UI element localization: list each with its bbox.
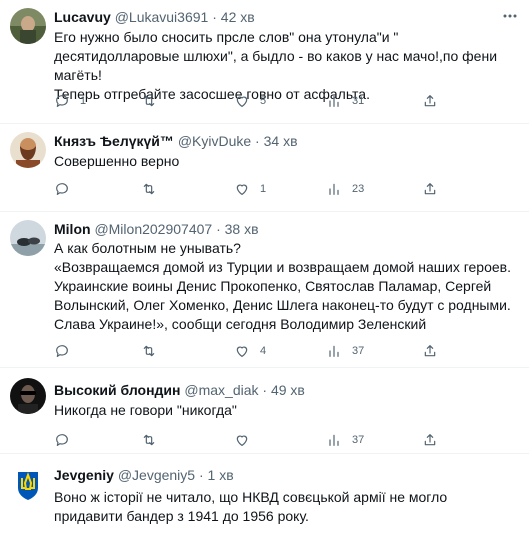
author-name[interactable]: Князъ Ѣелүкүй™ — [54, 133, 174, 149]
author-name[interactable]: Jevgeniy — [54, 467, 114, 483]
separator-dot: · — [216, 221, 221, 237]
tweet-header: Lucavuy @Lukavui3691 · 42 хв — [54, 8, 255, 26]
views-icon — [326, 93, 342, 109]
reply-button[interactable]: 1 — [54, 92, 86, 110]
retweet-icon — [141, 432, 157, 448]
retweet-button[interactable] — [141, 180, 167, 198]
author-handle[interactable]: @Milon202907407 — [94, 221, 212, 237]
reply-icon — [54, 343, 70, 359]
views-count: 37 — [352, 345, 365, 357]
retweet-icon — [141, 181, 157, 197]
separator-dot: · — [212, 9, 217, 25]
timestamp[interactable]: 49 хв — [271, 382, 305, 398]
tweet-text: Воно ж історії не читало, що НКВД совєць… — [54, 489, 448, 524]
tweet-item[interactable]: Князъ Ѣелүкүй™ @KyivDuke · 34 хв Соверше… — [0, 124, 529, 212]
avatar[interactable] — [10, 132, 46, 168]
author-name[interactable]: Lucavuy — [54, 9, 111, 25]
share-icon — [422, 343, 438, 359]
retweet-button[interactable] — [141, 342, 167, 360]
like-button[interactable]: 5 — [234, 92, 266, 110]
avatar[interactable] — [10, 378, 46, 414]
reply-count: 1 — [80, 95, 87, 107]
tweet-text: Никогда не говори "никогда" — [54, 402, 237, 418]
timestamp[interactable]: 34 хв — [264, 133, 298, 149]
author-name[interactable]: Milon — [54, 221, 91, 237]
share-icon — [422, 432, 438, 448]
like-icon — [234, 432, 250, 448]
tweet-item[interactable]: Lucavuy @Lukavui3691 · 42 хв Его нужно б… — [0, 0, 529, 124]
reply-button[interactable] — [54, 431, 80, 449]
share-button[interactable] — [422, 180, 438, 198]
author-handle[interactable]: @Lukavui3691 — [115, 9, 209, 25]
tweet-item[interactable]: Milon @Milon202907407 · 38 хв А как боло… — [0, 212, 529, 368]
like-icon — [234, 93, 250, 109]
share-icon — [422, 93, 438, 109]
author-handle[interactable]: @max_diak — [184, 382, 258, 398]
tweet-actions: 37 — [54, 431, 454, 449]
views-icon — [326, 343, 342, 359]
views-button[interactable]: 23 — [326, 180, 364, 198]
tweet-header: Высокий блондин @max_diak · 49 хв — [54, 381, 305, 399]
reply-icon — [54, 432, 70, 448]
separator-dot: · — [198, 467, 204, 483]
avatar[interactable] — [10, 220, 46, 256]
like-button[interactable]: 4 — [234, 342, 266, 360]
reply-icon — [54, 181, 70, 197]
views-icon — [326, 432, 342, 448]
like-count: 4 — [260, 345, 267, 357]
author-name[interactable]: Высокий блондин — [54, 382, 180, 398]
author-handle[interactable]: @KyivDuke — [178, 133, 251, 149]
reply-button[interactable] — [54, 342, 80, 360]
reply-button[interactable] — [54, 180, 80, 198]
tweet-actions: 4 37 — [54, 342, 454, 360]
share-button[interactable] — [422, 92, 438, 110]
separator-dot: · — [262, 382, 268, 398]
tweet-header: Jevgeniy @Jevgeniy5 · 1 хв — [54, 466, 234, 484]
tweet-text: А как болотным не унывать? «Возвращаемся… — [54, 240, 511, 332]
like-count: 5 — [260, 95, 267, 107]
author-handle[interactable]: @Jevgeniy5 — [118, 467, 195, 483]
timestamp[interactable]: 38 хв — [225, 221, 259, 237]
like-icon — [234, 343, 250, 359]
views-button[interactable]: 37 — [326, 431, 364, 449]
tweet-actions: 1 5 31 — [54, 92, 454, 110]
tweet-header: Князъ Ѣелүкүй™ @KyivDuke · 34 хв — [54, 132, 298, 150]
more-icon[interactable] — [501, 8, 519, 24]
tweet-text: Совершенно верно — [54, 153, 180, 169]
avatar[interactable] — [10, 466, 46, 502]
views-button[interactable]: 31 — [326, 92, 364, 110]
timestamp[interactable]: 42 хв — [221, 9, 255, 25]
like-button[interactable]: 1 — [234, 180, 266, 198]
tweet-feed: Lucavuy @Lukavui3691 · 42 хв Его нужно б… — [0, 0, 529, 536]
like-icon — [234, 181, 250, 197]
share-button[interactable] — [422, 342, 438, 360]
like-button[interactable] — [234, 431, 260, 449]
tweet-header: Milon @Milon202907407 · 38 хв — [54, 220, 259, 238]
retweet-icon — [141, 343, 157, 359]
views-count: 31 — [352, 95, 365, 107]
retweet-button[interactable] — [141, 431, 167, 449]
views-count: 37 — [352, 434, 365, 446]
share-icon — [422, 181, 438, 197]
share-button[interactable] — [422, 431, 438, 449]
separator-dot: · — [255, 133, 260, 149]
like-count: 1 — [260, 183, 267, 195]
avatar[interactable] — [10, 8, 46, 44]
reply-icon — [54, 93, 70, 109]
tweet-item[interactable]: Jevgeniy @Jevgeniy5 · 1 хв Воно ж історі… — [0, 454, 529, 536]
views-icon — [326, 181, 342, 197]
retweet-button[interactable] — [141, 92, 167, 110]
tweet-actions: 1 23 — [54, 180, 454, 198]
tweet-item[interactable]: Высокий блондин @max_diak · 49 хв Никогд… — [0, 368, 529, 454]
views-count: 23 — [352, 183, 365, 195]
timestamp[interactable]: 1 хв — [208, 467, 234, 483]
views-button[interactable]: 37 — [326, 342, 364, 360]
retweet-icon — [141, 93, 157, 109]
